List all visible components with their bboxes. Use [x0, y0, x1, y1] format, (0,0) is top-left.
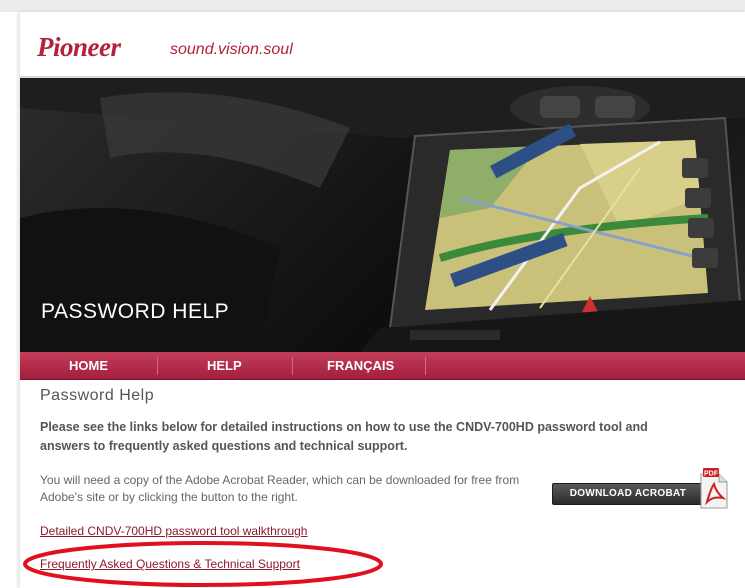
top-strip: [0, 0, 745, 12]
faq-link[interactable]: Frequently Asked Questions & Technical S…: [40, 557, 300, 571]
nav-help[interactable]: HELP: [207, 352, 242, 379]
nav-separator: [157, 357, 158, 375]
acrobat-note: You will need a copy of the Adobe Acroba…: [40, 473, 520, 504]
nav-home[interactable]: HOME: [69, 352, 108, 379]
hero-banner: PASSWORD HELP: [20, 78, 745, 352]
page: Pioneer sound.vision.soul PASSWORD HELP …: [20, 12, 745, 588]
page-title: Password Help: [40, 387, 155, 404]
brand-tagline: sound.vision.soul: [170, 41, 293, 58]
nav-francais[interactable]: FRANÇAIS: [327, 352, 394, 379]
site-header: Pioneer sound.vision.soul: [20, 12, 745, 78]
pioneer-logo[interactable]: Pioneer: [37, 32, 121, 63]
intro-text: Please see the links below for detailed …: [40, 420, 648, 453]
nav-separator: [425, 357, 426, 375]
hero-title: PASSWORD HELP: [41, 300, 230, 323]
pdf-icon[interactable]: PDF: [697, 466, 729, 510]
svg-text:PDF: PDF: [704, 471, 719, 478]
main-nav: HOME HELP FRANÇAIS: [20, 352, 745, 380]
nav-separator: [292, 357, 293, 375]
download-acrobat-button[interactable]: DOWNLOAD ACROBAT: [552, 483, 704, 505]
